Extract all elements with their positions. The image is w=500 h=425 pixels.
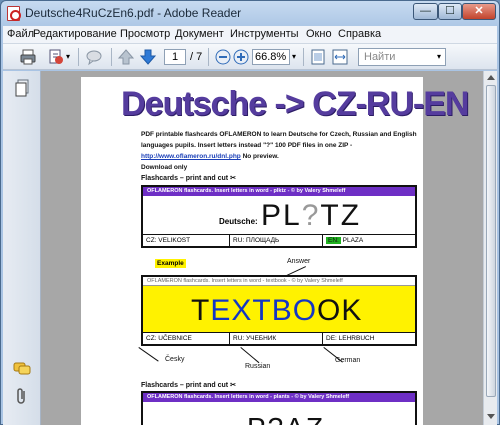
translation-en: EN: PLAZA (322, 235, 415, 246)
word-part: OK (317, 294, 363, 327)
maximize-button[interactable]: ☐ (438, 3, 462, 20)
flashcard: OFLAMERON flashcards. Insert letters in … (141, 185, 417, 248)
word-part: TZ (320, 199, 362, 232)
page-up-icon[interactable] (117, 48, 135, 66)
print-icon[interactable] (19, 48, 37, 66)
chevron-down-icon[interactable]: ▾ (292, 52, 296, 61)
missing-letter: ? (301, 199, 321, 232)
intro-line-2: 100 PDF files in one ZIP - (275, 142, 353, 149)
card-language-label: Deutsche: (219, 217, 258, 226)
page-total: / 7 (190, 51, 203, 63)
vertical-scrollbar[interactable] (483, 71, 497, 425)
translation-ru: RU: УЧЕБНИК (229, 333, 322, 344)
card-body: P?AZ (143, 402, 415, 425)
chevron-down-icon[interactable]: ▾ (437, 52, 441, 61)
card-word: PL?TZ (261, 199, 361, 233)
heading-part-1: Deutsche -> (121, 85, 305, 123)
menu-document[interactable]: Документ (175, 28, 224, 40)
document-area[interactable]: Deutsche -> CZ-RU-EN PDF printable flash… (41, 71, 483, 425)
toolbar-separator (78, 48, 79, 66)
heading-part-2: CZ-RU-EN (312, 85, 469, 123)
russian-label: Russian (245, 363, 271, 370)
translation-cz: CZ: UČEBNICE (146, 335, 192, 342)
inserted-letters: BO (271, 294, 318, 327)
card-header: OFLAMERON flashcards. Insert letters in … (143, 277, 415, 286)
intro-text: PDF printable flashcards OFLAMERON to le… (141, 129, 423, 173)
menu-view[interactable]: Просмотр (120, 28, 170, 40)
chevron-down-icon[interactable]: ▾ (66, 52, 70, 61)
translation-de: DE: LEHRBUCH (322, 333, 415, 344)
page-number-input[interactable]: 1 (164, 49, 186, 65)
toolbar-separator (111, 48, 112, 66)
card-header: OFLAMERON flashcards. Insert letters in … (143, 187, 415, 196)
comment-icon[interactable] (85, 48, 103, 66)
cesky-label: Česky (165, 356, 185, 363)
cut-label-2: Flashcards – print and cut ✂ (141, 382, 236, 389)
cesky-arrow (138, 347, 159, 362)
window-title: Deutsche4RuCzEn6.pdf - Adobe Reader (25, 6, 242, 20)
document-heading: Deutsche -> CZ-RU-EN (121, 85, 469, 124)
minimize-button[interactable]: — (413, 3, 438, 20)
search-input[interactable]: Найти (358, 48, 446, 66)
card-word: P?AZ (247, 412, 325, 425)
scroll-up-icon[interactable] (487, 75, 495, 80)
fit-width-icon[interactable] (331, 48, 349, 66)
toolbar: ▾ 1 / 7 66.8% ▾ Найти ▾ (3, 44, 497, 70)
inserted-letters: EXT (210, 294, 272, 327)
menu-tools[interactable]: Инструменты (230, 28, 299, 40)
zoom-in-icon[interactable] (232, 48, 250, 66)
card-translations: CZ: VELIKOST RU: ПЛОЩАДЬ EN: PLAZA (143, 234, 415, 246)
zoom-level-input[interactable]: 66.8% (252, 49, 290, 65)
cut-label: Flashcards – print and cut ✂ (141, 175, 236, 182)
russian-arrow (240, 347, 260, 364)
app-window: Deutsche4RuCzEn6.pdf - Adobe Reader — ☐ … (0, 0, 500, 425)
en-value: PLAZA (340, 237, 364, 244)
translation-ru: RU: ПЛОЩАДЬ (229, 235, 322, 246)
intro-line-4: Download only (141, 164, 188, 171)
scroll-thumb[interactable] (486, 85, 496, 397)
adobe-reader-icon (7, 6, 21, 21)
german-label: German (335, 357, 361, 364)
download-link[interactable]: http://www.oflameron.ru/dnl.php (141, 153, 241, 160)
menu-edit[interactable]: Редактирование (33, 28, 117, 40)
menu-window[interactable]: Окно (306, 28, 332, 40)
toolbar-separator (208, 48, 209, 66)
flashcard: OFLAMERON flashcards. Insert letters in … (141, 391, 417, 425)
zoom-out-icon[interactable] (214, 48, 232, 66)
page-down-icon[interactable] (139, 48, 157, 66)
card-word: TEXTBOOK (191, 294, 362, 328)
menu-file[interactable]: Файл (7, 28, 34, 40)
title-bar: Deutsche4RuCzEn6.pdf - Adobe Reader — ☐ … (1, 1, 500, 25)
fit-page-icon[interactable] (309, 48, 327, 66)
close-button[interactable]: ✕ (462, 3, 496, 20)
en-label: EN: (326, 237, 341, 244)
card-translations: CZ: UČEBNICE RU: УЧЕБНИК DE: LEHRBUCH (143, 332, 415, 344)
word-part: PL (261, 199, 302, 232)
card-header: OFLAMERON flashcards. Insert letters in … (143, 393, 415, 402)
menu-help[interactable]: Справка (338, 28, 381, 40)
pages-icon[interactable] (14, 79, 30, 97)
menu-bar: Файл Редактирование Просмотр Документ Ин… (3, 26, 497, 44)
card-body: TEXTBOOK (143, 286, 415, 332)
toolbar-separator (303, 48, 304, 66)
example-flashcard: OFLAMERON flashcards. Insert letters in … (141, 275, 417, 346)
card-body: Deutsche: PL?TZ (143, 196, 415, 234)
example-label: Example (155, 259, 186, 268)
scroll-down-icon[interactable] (487, 414, 495, 419)
intro-line-3: No preview. (240, 153, 279, 160)
answer-label: Answer (287, 258, 311, 265)
share-icon[interactable] (47, 48, 65, 66)
navigation-pane (3, 71, 41, 425)
comments-icon[interactable] (13, 361, 31, 377)
word-part: T (191, 294, 211, 327)
attachments-icon[interactable] (15, 387, 29, 405)
pdf-page: Deutsche -> CZ-RU-EN PDF printable flash… (81, 77, 469, 425)
translation-cz: CZ: VELIKOST (146, 237, 191, 244)
